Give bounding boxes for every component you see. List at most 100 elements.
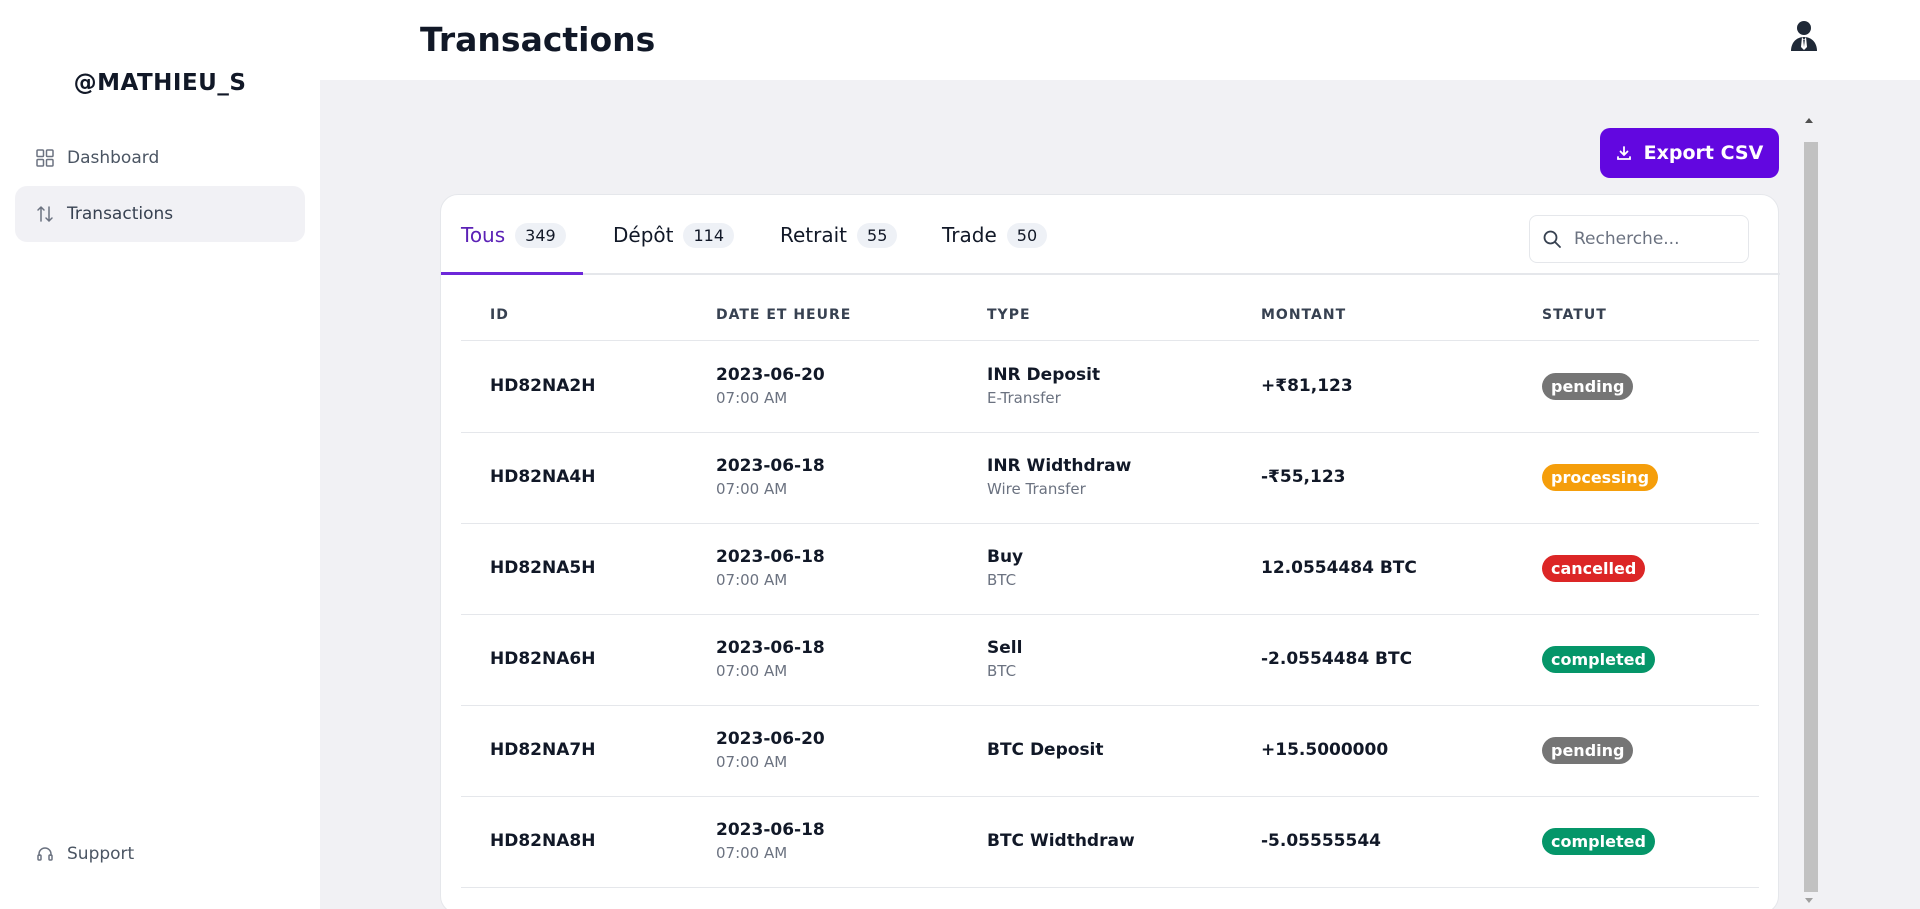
table-row[interactable]: HD82NA8H 2023-06-18 07:00 AM BTC Widthdr… [461, 797, 1759, 888]
transaction-datetime: 2023-06-20 07:00 AM [716, 729, 825, 771]
column-header-status[interactable]: STATUT [1542, 307, 1607, 323]
status-cell: cancelled [1542, 555, 1646, 582]
table-row[interactable]: HD82NA4H 2023-06-18 07:00 AM INR Widthdr… [461, 433, 1759, 524]
transaction-time: 07:00 AM [716, 753, 788, 771]
transaction-date: 2023-06-20 [716, 365, 825, 385]
tab-bar: Tous 349 Dépôt 114 Retrait 55 Trade 50 [441, 195, 1780, 275]
transaction-type-label: BTC Widthdraw [987, 831, 1135, 851]
user-icon[interactable] [1789, 20, 1819, 52]
transaction-time: 07:00 AM [716, 389, 788, 407]
status-cell: completed [1542, 828, 1655, 855]
status-cell: pending [1542, 737, 1634, 764]
status-cell: completed [1542, 646, 1655, 673]
headset-icon [35, 844, 55, 864]
table-row[interactable]: HD82NA7H 2023-06-20 07:00 AM BTC Deposit… [461, 706, 1759, 797]
transaction-date: 2023-06-20 [716, 729, 825, 749]
transaction-date: 2023-06-18 [716, 547, 825, 567]
column-header-id[interactable]: ID [490, 307, 509, 323]
transaction-subtype: BTC [987, 571, 1017, 589]
table-row[interactable]: HD82NA5H 2023-06-18 07:00 AM Buy BTC 12.… [461, 524, 1759, 615]
status-cell: processing [1542, 464, 1659, 491]
transactions-card: Tous 349 Dépôt 114 Retrait 55 Trade 50 I… [440, 194, 1780, 909]
transaction-type: INR Widthdraw Wire Transfer [987, 456, 1131, 498]
transaction-time: 07:00 AM [716, 844, 788, 862]
transaction-type-label: BTC Deposit [987, 740, 1104, 760]
transaction-time: 07:00 AM [716, 571, 788, 589]
transaction-amount: -₹55,123 [1261, 467, 1346, 487]
transaction-datetime: 2023-06-18 07:00 AM [716, 820, 825, 862]
transaction-datetime: 2023-06-18 07:00 AM [716, 638, 825, 680]
transaction-id: HD82NA6H [490, 649, 596, 669]
transaction-amount: -2.0554484 BTC [1261, 649, 1413, 669]
scroll-up-icon[interactable] [1802, 114, 1816, 126]
transaction-date: 2023-06-18 [716, 638, 825, 658]
sidebar-item-label: Dashboard [67, 148, 160, 168]
tab-tous[interactable]: Tous 349 [441, 223, 583, 275]
arrows-updown-icon [35, 204, 55, 224]
transaction-type-label: Buy [987, 547, 1024, 567]
transaction-type: Sell BTC [987, 638, 1022, 680]
status-badge: completed [1542, 646, 1655, 673]
transaction-id: HD82NA7H [490, 740, 596, 760]
transaction-amount: +₹81,123 [1261, 376, 1353, 396]
sidebar-item-transactions[interactable]: Transactions [15, 186, 305, 242]
transaction-amount: -5.05555544 [1261, 831, 1381, 851]
tab-count-badge: 349 [515, 223, 566, 248]
column-header-type[interactable]: TYPE [987, 307, 1031, 323]
tab-label: Tous [461, 223, 506, 247]
transaction-date: 2023-06-18 [716, 820, 825, 840]
scroll-down-icon[interactable] [1802, 894, 1816, 906]
status-badge: pending [1542, 737, 1634, 764]
sidebar-item-label: Transactions [67, 204, 174, 224]
transaction-amount: +15.5000000 [1261, 740, 1389, 760]
transaction-amount: 12.0554484 BTC [1261, 558, 1417, 578]
transaction-type: Buy BTC [987, 547, 1023, 589]
transaction-type: INR Deposit E-Transfer [987, 365, 1100, 407]
tab-label: Dépôt [613, 223, 674, 247]
status-badge: completed [1542, 828, 1655, 855]
search-box[interactable] [1529, 215, 1749, 263]
sidebar: @MATHIEU_S Dashboard Transactions Suppor… [0, 0, 320, 909]
transaction-type: BTC Deposit [987, 740, 1104, 760]
scroll-thumb[interactable] [1804, 142, 1818, 892]
column-header-date[interactable]: DATE ET HEURE [716, 307, 851, 323]
transaction-datetime: 2023-06-18 07:00 AM [716, 547, 825, 589]
tab-depot[interactable]: Dépôt 114 [613, 223, 735, 275]
transaction-type-label: INR Widthdraw [987, 456, 1132, 476]
transaction-id: HD82NA8H [490, 831, 596, 851]
search-input[interactable] [1574, 229, 1734, 249]
search-icon [1542, 229, 1562, 249]
page-title: Transactions [420, 20, 656, 59]
column-header-amount[interactable]: MONTANT [1261, 307, 1346, 323]
status-cell: pending [1542, 373, 1634, 400]
sidebar-item-label: Support [67, 844, 135, 864]
transaction-subtype: E-Transfer [987, 389, 1061, 407]
transaction-id: HD82NA2H [490, 376, 596, 396]
transaction-datetime: 2023-06-20 07:00 AM [716, 365, 825, 407]
tab-count-badge: 114 [683, 223, 735, 248]
transaction-time: 07:00 AM [716, 662, 788, 680]
grid-icon [35, 148, 55, 168]
transaction-id: HD82NA4H [490, 467, 596, 487]
table-row[interactable]: HD82NA2H 2023-06-20 07:00 AM INR Deposit… [461, 342, 1759, 433]
export-csv-label: Export CSV [1643, 142, 1764, 164]
scrollbar[interactable] [1802, 114, 1818, 909]
status-badge: pending [1542, 373, 1634, 400]
tab-count-badge: 55 [857, 223, 898, 248]
export-csv-button[interactable]: Export CSV [1600, 128, 1779, 178]
sidebar-item-support[interactable]: Support [15, 826, 305, 882]
table-row[interactable]: HD82NA6H 2023-06-18 07:00 AM Sell BTC -2… [461, 615, 1759, 706]
transaction-id: HD82NA5H [490, 558, 596, 578]
transaction-datetime: 2023-06-18 07:00 AM [716, 456, 825, 498]
status-badge: cancelled [1542, 555, 1646, 582]
tab-label: Retrait [780, 223, 848, 247]
status-badge: processing [1542, 464, 1659, 491]
tab-trade[interactable]: Trade 50 [942, 223, 1048, 275]
sidebar-item-dashboard[interactable]: Dashboard [15, 130, 305, 186]
tab-count-badge: 50 [1006, 223, 1048, 248]
tab-label: Trade [942, 223, 997, 247]
transaction-subtype: Wire Transfer [987, 480, 1086, 498]
tab-retrait[interactable]: Retrait 55 [780, 223, 898, 275]
table-header: ID DATE ET HEURE TYPE MONTANT STATUT [461, 281, 1759, 341]
transaction-type-label: Sell [987, 638, 1023, 658]
